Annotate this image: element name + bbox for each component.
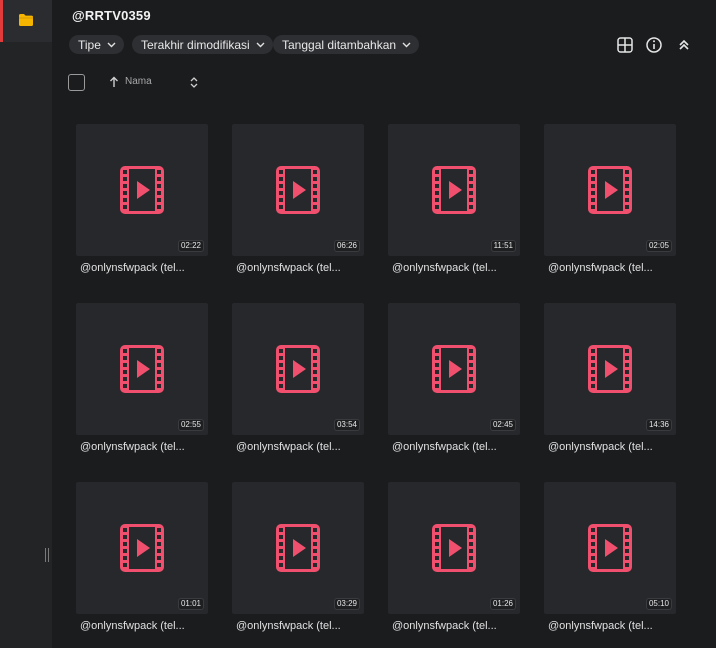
file-name: @onlynsfwpack (tel... [80,262,185,274]
file-name: @onlynsfwpack (tel... [236,262,341,274]
video-file-icon [432,166,476,214]
filter-label: Tipe [78,37,101,52]
resize-handle[interactable] [45,548,51,562]
video-file-icon [588,345,632,393]
nav-rail [0,0,52,648]
page-title: @RRTV0359 [72,8,151,23]
chevron-down-icon [256,42,265,47]
file-thumbnail[interactable]: 03:54 [232,303,364,435]
file-thumbnail[interactable]: 02:05 [544,124,676,256]
sort-field-label[interactable]: Nama [125,76,152,87]
filter-modified-button[interactable]: Terakhir dimodifikasi [132,35,273,54]
arrow-up-icon[interactable] [109,76,119,88]
file-name: @onlynsfwpack (tel... [80,620,185,632]
duration-badge: 14:36 [645,419,672,431]
nav-item-files[interactable] [0,0,52,42]
duration-badge: 01:26 [489,598,516,610]
filter-label: Terakhir dimodifikasi [141,37,250,52]
video-file-icon [588,524,632,572]
filter-type-button[interactable]: Tipe [69,35,124,54]
collapse-icon[interactable] [675,36,693,54]
file-thumbnail[interactable]: 14:36 [544,303,676,435]
duration-badge: 06:26 [333,240,360,252]
file-name: @onlynsfwpack (tel... [392,620,497,632]
duration-badge: 02:05 [645,240,672,252]
video-file-icon [432,524,476,572]
video-file-icon [276,166,320,214]
file-name: @onlynsfwpack (tel... [236,441,341,453]
duration-badge: 02:22 [177,240,204,252]
grid-view-icon[interactable] [616,36,634,54]
file-name: @onlynsfwpack (tel... [80,441,185,453]
file-name: @onlynsfwpack (tel... [236,620,341,632]
info-icon[interactable] [645,36,663,54]
file-thumbnail[interactable]: 05:10 [544,482,676,614]
folder-icon [19,14,33,26]
file-thumbnail[interactable]: 01:26 [388,482,520,614]
video-file-icon [120,166,164,214]
duration-badge: 05:10 [645,598,672,610]
video-file-icon [120,524,164,572]
video-file-icon [588,166,632,214]
file-thumbnail[interactable]: 02:22 [76,124,208,256]
video-file-icon [432,345,476,393]
video-file-icon [276,345,320,393]
sort-toggle-icon[interactable] [189,76,199,89]
duration-badge: 01:01 [177,598,204,610]
duration-badge: 02:55 [177,419,204,431]
file-name: @onlynsfwpack (tel... [548,441,653,453]
video-file-icon [120,345,164,393]
filter-added-button[interactable]: Tanggal ditambahkan [273,35,420,54]
file-thumbnail[interactable]: 11:51 [388,124,520,256]
duration-badge: 03:29 [333,598,360,610]
duration-badge: 11:51 [490,240,516,252]
file-thumbnail[interactable]: 03:29 [232,482,364,614]
filter-label: Tanggal ditambahkan [282,37,397,52]
file-thumbnail[interactable]: 01:01 [76,482,208,614]
file-name: @onlynsfwpack (tel... [548,620,653,632]
video-file-icon [276,524,320,572]
duration-badge: 03:54 [333,419,360,431]
file-thumbnail[interactable]: 02:55 [76,303,208,435]
file-name: @onlynsfwpack (tel... [392,262,497,274]
file-name: @onlynsfwpack (tel... [548,262,653,274]
file-browser: @RRTV0359 Tipe Terakhir dimodifikasi Tan… [52,0,716,648]
select-all-checkbox[interactable] [68,74,85,91]
file-thumbnail[interactable]: 06:26 [232,124,364,256]
chevron-down-icon [402,42,411,47]
file-thumbnail[interactable]: 02:45 [388,303,520,435]
file-name: @onlynsfwpack (tel... [392,441,497,453]
duration-badge: 02:45 [489,419,516,431]
chevron-down-icon [107,42,116,47]
